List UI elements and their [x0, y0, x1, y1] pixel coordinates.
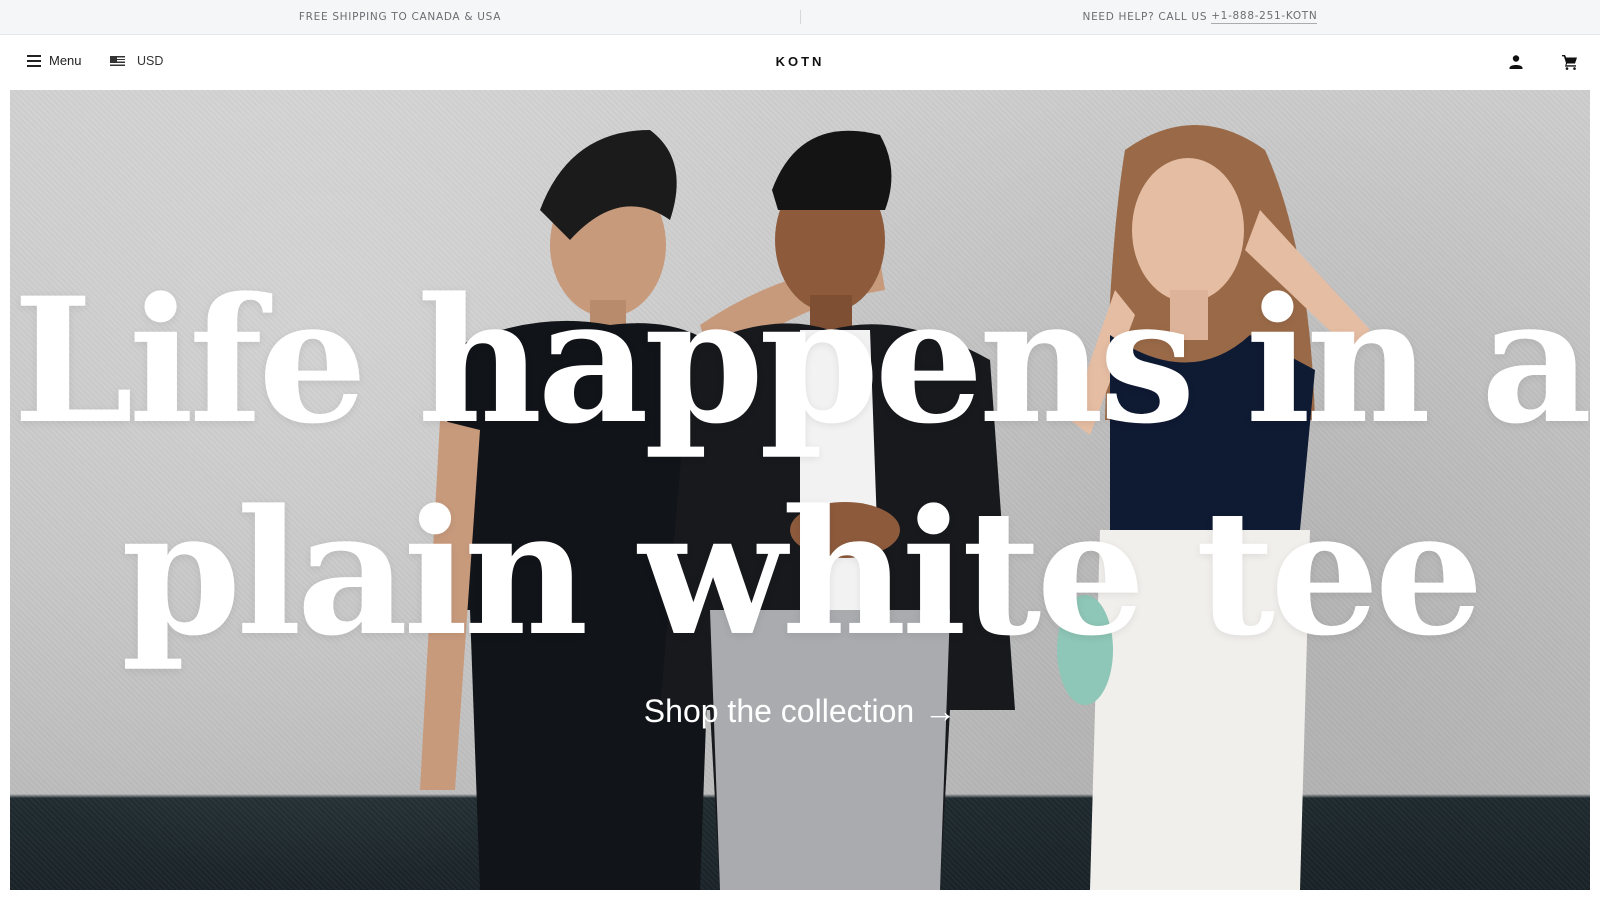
help-text: NEED HELP? CALL US — [1082, 11, 1208, 23]
shop-collection-link[interactable]: Shop the collection → — [10, 693, 1590, 730]
cart-icon[interactable] — [1560, 52, 1580, 72]
hero-headline: Life happens in a plain white tee — [10, 255, 1590, 679]
site-logo[interactable]: KOTN — [0, 54, 1600, 69]
arrow-right-icon: → — [924, 693, 957, 729]
phone-link[interactable]: +1-888-251-KOTN — [1211, 10, 1318, 24]
help-notice: NEED HELP? CALL US +1-888-251-KOTN — [800, 0, 1600, 34]
hero-banner: Life happens in a plain white tee Shop t… — [10, 90, 1590, 890]
headline-line-1: Life happens in a — [12, 259, 1590, 462]
main-header: Menu USD KOTN — [0, 35, 1600, 90]
shipping-notice: FREE SHIPPING TO CANADA & USA — [298, 11, 502, 23]
account-icon[interactable] — [1506, 52, 1526, 72]
announcement-bar: FREE SHIPPING TO CANADA & USA NEED HELP?… — [0, 0, 1600, 35]
headline-line-2: plain white tee — [121, 471, 1484, 674]
cta-label: Shop the collection — [643, 693, 915, 729]
